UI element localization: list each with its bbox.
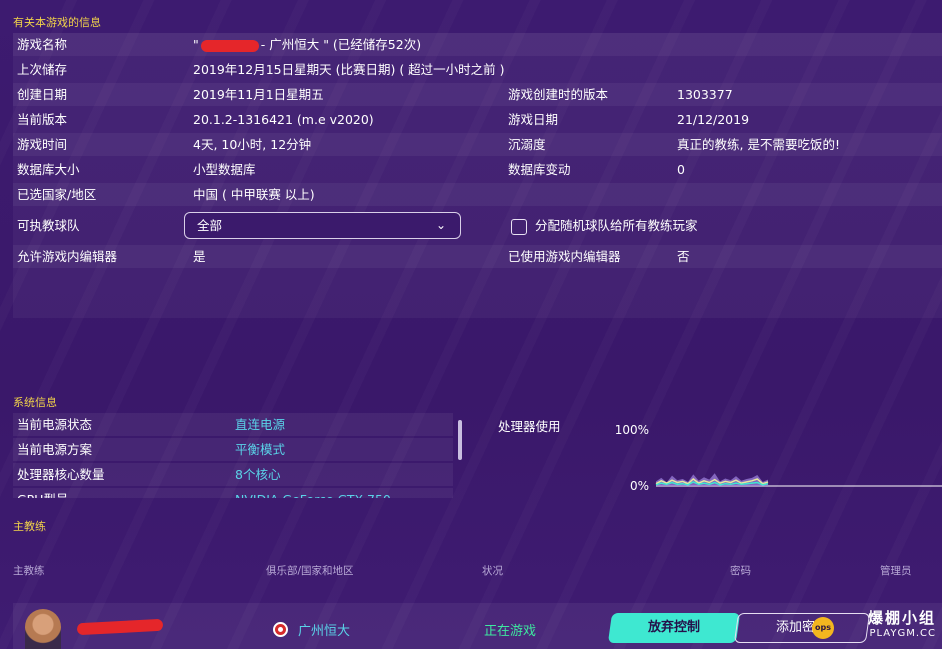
info-value: 0 [677, 162, 685, 177]
sys-row-gpu: GPU型号 NVIDIA GeForce GTX 750 [13, 488, 453, 498]
redacted-name [200, 39, 259, 52]
info-row-play-time: 游戏时间 4天, 10小时, 12分钟 沉溺度 真正的教练, 是不需要吃饭的! [13, 133, 942, 156]
game-name-prefix: " [193, 37, 199, 52]
info-value: 20.1.2-1316421 (m.e v2020) [193, 112, 374, 127]
info-value: 中国 ( 中甲联赛 以上) [193, 187, 315, 202]
coach-status: 正在游戏 [484, 624, 537, 639]
sys-label: 处理器核心数量 [17, 467, 105, 482]
redacted-coach-name [76, 618, 164, 636]
info-row-version: 当前版本 20.1.2-1316421 (m.e v2020) 游戏日期 21/… [13, 108, 942, 131]
info-row-game-name: 游戏名称 " - 广州恒大 " (已经储存52次) [13, 33, 942, 56]
club-badge-icon [273, 622, 288, 637]
col-header-coach: 主教练 [13, 565, 45, 577]
game-name-value: " - 广州恒大 " (已经储存52次) [193, 33, 421, 56]
info-label: 当前版本 [17, 112, 68, 127]
watermark-logo-icon: ops [812, 617, 834, 639]
y-tick-min: 0% [630, 479, 649, 493]
random-team-checkbox[interactable] [511, 218, 527, 235]
sys-label: GPU型号 [17, 488, 68, 498]
info-label: 创建日期 [17, 87, 68, 102]
sys-label: 当前电源状态 [17, 417, 93, 432]
info-row-created: 创建日期 2019年11月1日星期五 游戏创建时的版本 1303377 [13, 83, 942, 106]
random-team-option[interactable]: 分配随机球队给所有教练玩家 [511, 217, 698, 235]
chevron-down-icon: ⌄ [435, 218, 446, 232]
info-value: 是 [193, 249, 206, 264]
col-header-password: 密码 [730, 565, 751, 577]
abandon-label: 放弃控制 [647, 620, 700, 635]
info-label: 允许游戏内编辑器 [17, 249, 118, 264]
sys-row-cores: 处理器核心数量 8个核心 [13, 463, 453, 486]
col-header-admin: 管理员 [880, 565, 912, 577]
coach-row[interactable]: 广州恒大 正在游戏 放弃控制 添加密码 [13, 603, 942, 649]
info-row-last-save: 上次储存 2019年12月15日星期天 (比赛日期) ( 超过一小时之前 ) [13, 58, 942, 81]
info-row-teams: 可执教球队 [13, 214, 942, 237]
info-label: 数据库变动 [508, 162, 571, 177]
system-info-scrollbar[interactable] [458, 420, 462, 460]
info-label: 游戏创建时的版本 [508, 87, 609, 102]
sys-row-power-state: 当前电源状态 直连电源 [13, 413, 453, 436]
head-coach-title: 主教练 [13, 520, 46, 533]
checkbox-label: 分配随机球队给所有教练玩家 [535, 218, 698, 233]
info-value: 1303377 [677, 87, 733, 102]
info-label: 游戏名称 [17, 37, 68, 52]
y-tick-max: 100% [615, 423, 649, 437]
info-label: 游戏时间 [17, 137, 68, 152]
info-value: 否 [677, 249, 690, 264]
abandon-control-button[interactable]: 放弃控制 [607, 613, 741, 643]
info-value: 小型数据库 [193, 162, 256, 177]
game-name-suffix: - 广州恒大 " (已经储存52次) [260, 37, 422, 52]
info-value: 真正的教练, 是不需要吃饭的! [677, 137, 840, 152]
game-info-page: 有关本游戏的信息 游戏名称 " - 广州恒大 " (已经储存52次) 上次储存 2… [0, 0, 942, 649]
info-label: 已选国家/地区 [17, 187, 97, 202]
info-row-editor: 允许游戏内编辑器 是 已使用游戏内编辑器 否 [13, 245, 942, 268]
avatar [25, 609, 61, 649]
info-row-nation: 已选国家/地区 中国 ( 中甲联赛 以上) [13, 183, 942, 206]
info-label: 游戏日期 [508, 112, 559, 127]
series-layer [655, 473, 769, 486]
info-value: 2019年11月1日星期五 [193, 87, 324, 102]
col-header-status: 状况 [482, 565, 503, 577]
info-label: 可执教球队 [17, 218, 80, 233]
cpu-usage-label: 处理器使用 [498, 419, 561, 434]
info-value: 4天, 10小时, 12分钟 [193, 137, 312, 152]
sys-value: NVIDIA GeForce GTX 750 [235, 488, 391, 498]
sys-value: 直连电源 [235, 417, 286, 432]
watermark: ops 爆棚小组 PLAYGM.CC [808, 607, 936, 645]
info-value: 21/12/2019 [677, 112, 750, 127]
sys-value: 8个核心 [235, 467, 281, 482]
sys-value: 平衡模式 [235, 442, 286, 457]
info-label: 数据库大小 [17, 162, 80, 177]
cpu-usage-chart: 100% 0% [615, 423, 942, 493]
col-header-club: 俱乐部/国家和地区 [266, 565, 354, 577]
info-label: 沉溺度 [508, 137, 546, 152]
sys-row-power-plan: 当前电源方案 平衡模式 [13, 438, 453, 461]
info-value: 2019年12月15日星期天 (比赛日期) ( 超过一小时之前 ) [193, 62, 505, 77]
info-row-database: 数据库大小 小型数据库 数据库变动 0 [13, 158, 942, 181]
game-info-title: 有关本游戏的信息 [13, 16, 101, 29]
info-label: 已使用游戏内编辑器 [508, 249, 621, 264]
system-info-title: 系统信息 [13, 396, 57, 409]
club-name-link[interactable]: 广州恒大 [298, 620, 350, 639]
sys-label: 当前电源方案 [17, 442, 93, 457]
executable-teams-dropdown[interactable]: 全部 ⌄ [184, 212, 461, 239]
info-label: 上次储存 [17, 62, 68, 77]
dropdown-value: 全部 [197, 218, 223, 233]
